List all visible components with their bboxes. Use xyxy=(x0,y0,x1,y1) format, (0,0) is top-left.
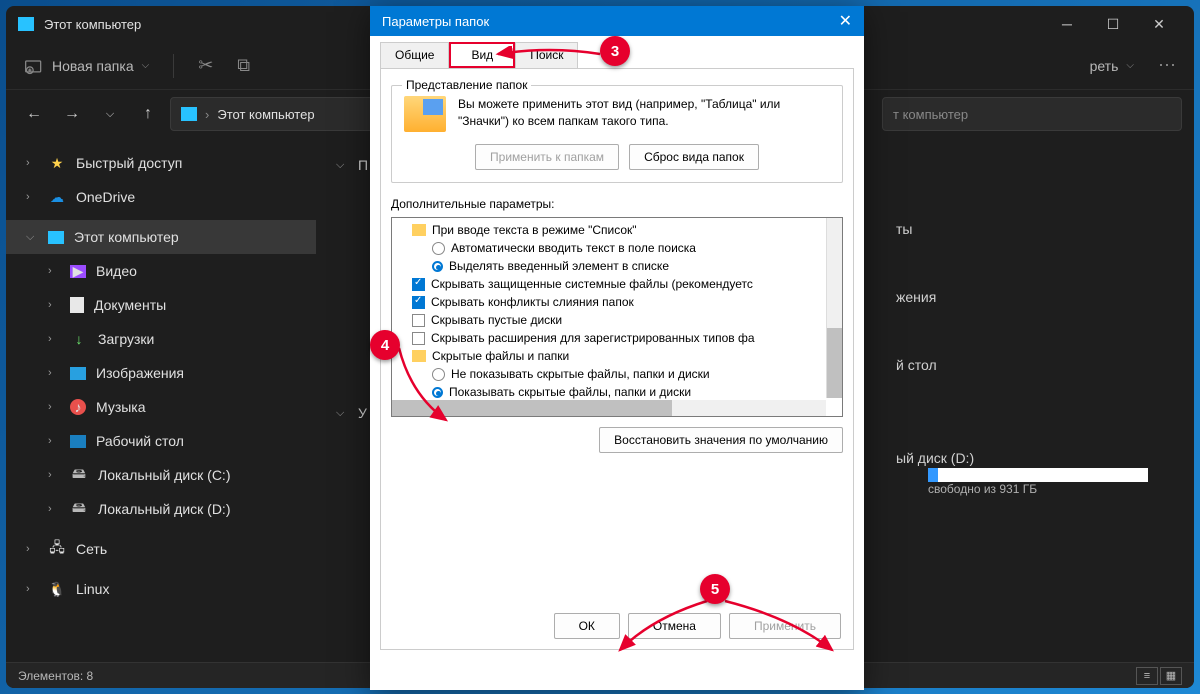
back-button[interactable]: ← xyxy=(18,105,50,123)
sidebar-item-desktop[interactable]: ›Рабочий стол xyxy=(6,424,316,458)
list-item[interactable]: Выделять введенный элемент в списке xyxy=(392,257,842,275)
folder-views-group: Представление папок Вы можете применить … xyxy=(391,85,843,183)
view-icons-button[interactable]: ▦ xyxy=(1160,667,1182,685)
checkbox-icon[interactable] xyxy=(412,278,425,291)
vertical-scrollbar[interactable] xyxy=(826,218,842,398)
sidebar-item-disk-d[interactable]: ›🖴Локальный диск (D:) xyxy=(6,492,316,526)
new-folder-button[interactable]: Новая папка ⌵ xyxy=(24,56,149,76)
list-item[interactable]: Скрытые файлы и папки xyxy=(392,347,842,365)
list-item[interactable]: Скрывать пустые диски xyxy=(392,311,842,329)
radio-icon[interactable] xyxy=(432,387,443,398)
copy-icon[interactable]: ⧉ xyxy=(237,55,250,76)
cut-icon[interactable]: ✂ xyxy=(198,55,213,76)
sidebar-item-quick-access[interactable]: ›★Быстрый доступ xyxy=(6,146,316,180)
checkbox-icon[interactable] xyxy=(412,314,425,327)
tab-view[interactable]: Вид xyxy=(449,42,515,68)
sidebar-item-linux[interactable]: ›🐧Linux xyxy=(6,572,316,606)
advanced-settings-list[interactable]: При вводе текста в режиме "Список" Автом… xyxy=(391,217,843,417)
more-icon[interactable]: ⋯ xyxy=(1158,55,1176,76)
pc-icon xyxy=(181,107,197,121)
horizontal-scrollbar[interactable] xyxy=(392,400,826,416)
list-item[interactable]: Скрывать защищенные системные файлы (рек… xyxy=(392,275,842,293)
dialog-titlebar: Параметры папок ✕ xyxy=(370,6,864,36)
maximize-button[interactable]: ☐ xyxy=(1090,8,1136,40)
sidebar-item-music[interactable]: ›♪Музыка xyxy=(6,390,316,424)
cancel-button[interactable]: Отмена xyxy=(628,613,721,639)
list-item[interactable]: Не показывать скрытые файлы, папки и дис… xyxy=(392,365,842,383)
new-folder-icon xyxy=(24,56,44,76)
dialog-title: Параметры папок xyxy=(382,14,489,29)
view-details-button[interactable]: ≡ xyxy=(1136,667,1158,685)
minimize-button[interactable]: ─ xyxy=(1044,8,1090,40)
chevron-down-icon: ⌵ xyxy=(142,60,150,71)
annotation-marker-5: 5 xyxy=(700,574,730,604)
folder-views-text: Вы можете применить этот вид (например, … xyxy=(458,96,830,130)
radio-icon[interactable] xyxy=(432,242,445,255)
close-button[interactable]: ✕ xyxy=(1136,8,1182,40)
pc-icon xyxy=(18,17,34,31)
reset-folders-button[interactable]: Сброс вида папок xyxy=(629,144,759,170)
sidebar-item-network[interactable]: ›🖧Сеть xyxy=(6,532,316,566)
list-item[interactable]: Показывать скрытые файлы, папки и диски xyxy=(392,383,842,401)
tab-search[interactable]: Поиск xyxy=(515,42,578,68)
chevron-down-icon[interactable]: ⌵ xyxy=(94,108,126,121)
advanced-label: Дополнительные параметры: xyxy=(391,197,843,211)
search-input[interactable]: т компьютер xyxy=(882,97,1182,131)
sidebar: ›★Быстрый доступ ›☁OneDrive ⌵Этот компью… xyxy=(6,138,316,662)
list-item[interactable]: При вводе текста в режиме "Список" xyxy=(392,221,842,239)
sidebar-item-video[interactable]: ›▶Видео xyxy=(6,254,316,288)
list-item[interactable]: Скрывать конфликты слияния папок xyxy=(392,293,842,311)
up-button[interactable]: ↑ xyxy=(132,105,164,123)
list-item[interactable]: Скрывать расширения для зарегистрированн… xyxy=(392,329,842,347)
checkbox-icon[interactable] xyxy=(412,332,425,345)
apply-to-folders-button[interactable]: Применить к папкам xyxy=(475,144,619,170)
radio-icon[interactable] xyxy=(432,368,445,381)
folder-icon xyxy=(412,350,426,362)
item-count: Элементов: 8 xyxy=(18,669,93,683)
sidebar-item-downloads[interactable]: ›↓Загрузки xyxy=(6,322,316,356)
folder-icon xyxy=(404,96,446,132)
tab-general[interactable]: Общие xyxy=(380,42,449,68)
dialog-close-button[interactable]: ✕ xyxy=(839,11,852,31)
chevron-down-icon: ⌵ xyxy=(1126,60,1134,71)
annotation-marker-3: 3 xyxy=(600,36,630,66)
radio-icon[interactable] xyxy=(432,261,443,272)
sidebar-item-pictures[interactable]: ›Изображения xyxy=(6,356,316,390)
sidebar-item-documents[interactable]: ›Документы xyxy=(6,288,316,322)
folder-options-dialog: Параметры папок ✕ Общие Вид Поиск Предст… xyxy=(370,6,864,690)
sidebar-item-this-pc[interactable]: ⌵Этот компьютер xyxy=(6,220,316,254)
forward-button[interactable]: → xyxy=(56,105,88,123)
apply-button[interactable]: Применить xyxy=(729,613,841,639)
annotation-marker-4: 4 xyxy=(370,330,400,360)
sidebar-item-disk-c[interactable]: ›🖴Локальный диск (C:) xyxy=(6,458,316,492)
checkbox-icon[interactable] xyxy=(412,296,425,309)
folder-icon xyxy=(412,224,426,236)
restore-defaults-button[interactable]: Восстановить значения по умолчанию xyxy=(599,427,843,453)
disk-info: свободно из 931 ГБ xyxy=(928,482,1174,496)
sidebar-item-onedrive[interactable]: ›☁OneDrive xyxy=(6,180,316,214)
disk-d-label[interactable]: ый диск (D:) xyxy=(896,450,1174,466)
list-item[interactable]: Автоматически вводить текст в поле поиск… xyxy=(392,239,842,257)
disk-usage-bar xyxy=(928,468,1148,482)
ok-button[interactable]: ОК xyxy=(554,613,620,639)
view-menu[interactable]: реть ⌵ xyxy=(1090,58,1134,74)
